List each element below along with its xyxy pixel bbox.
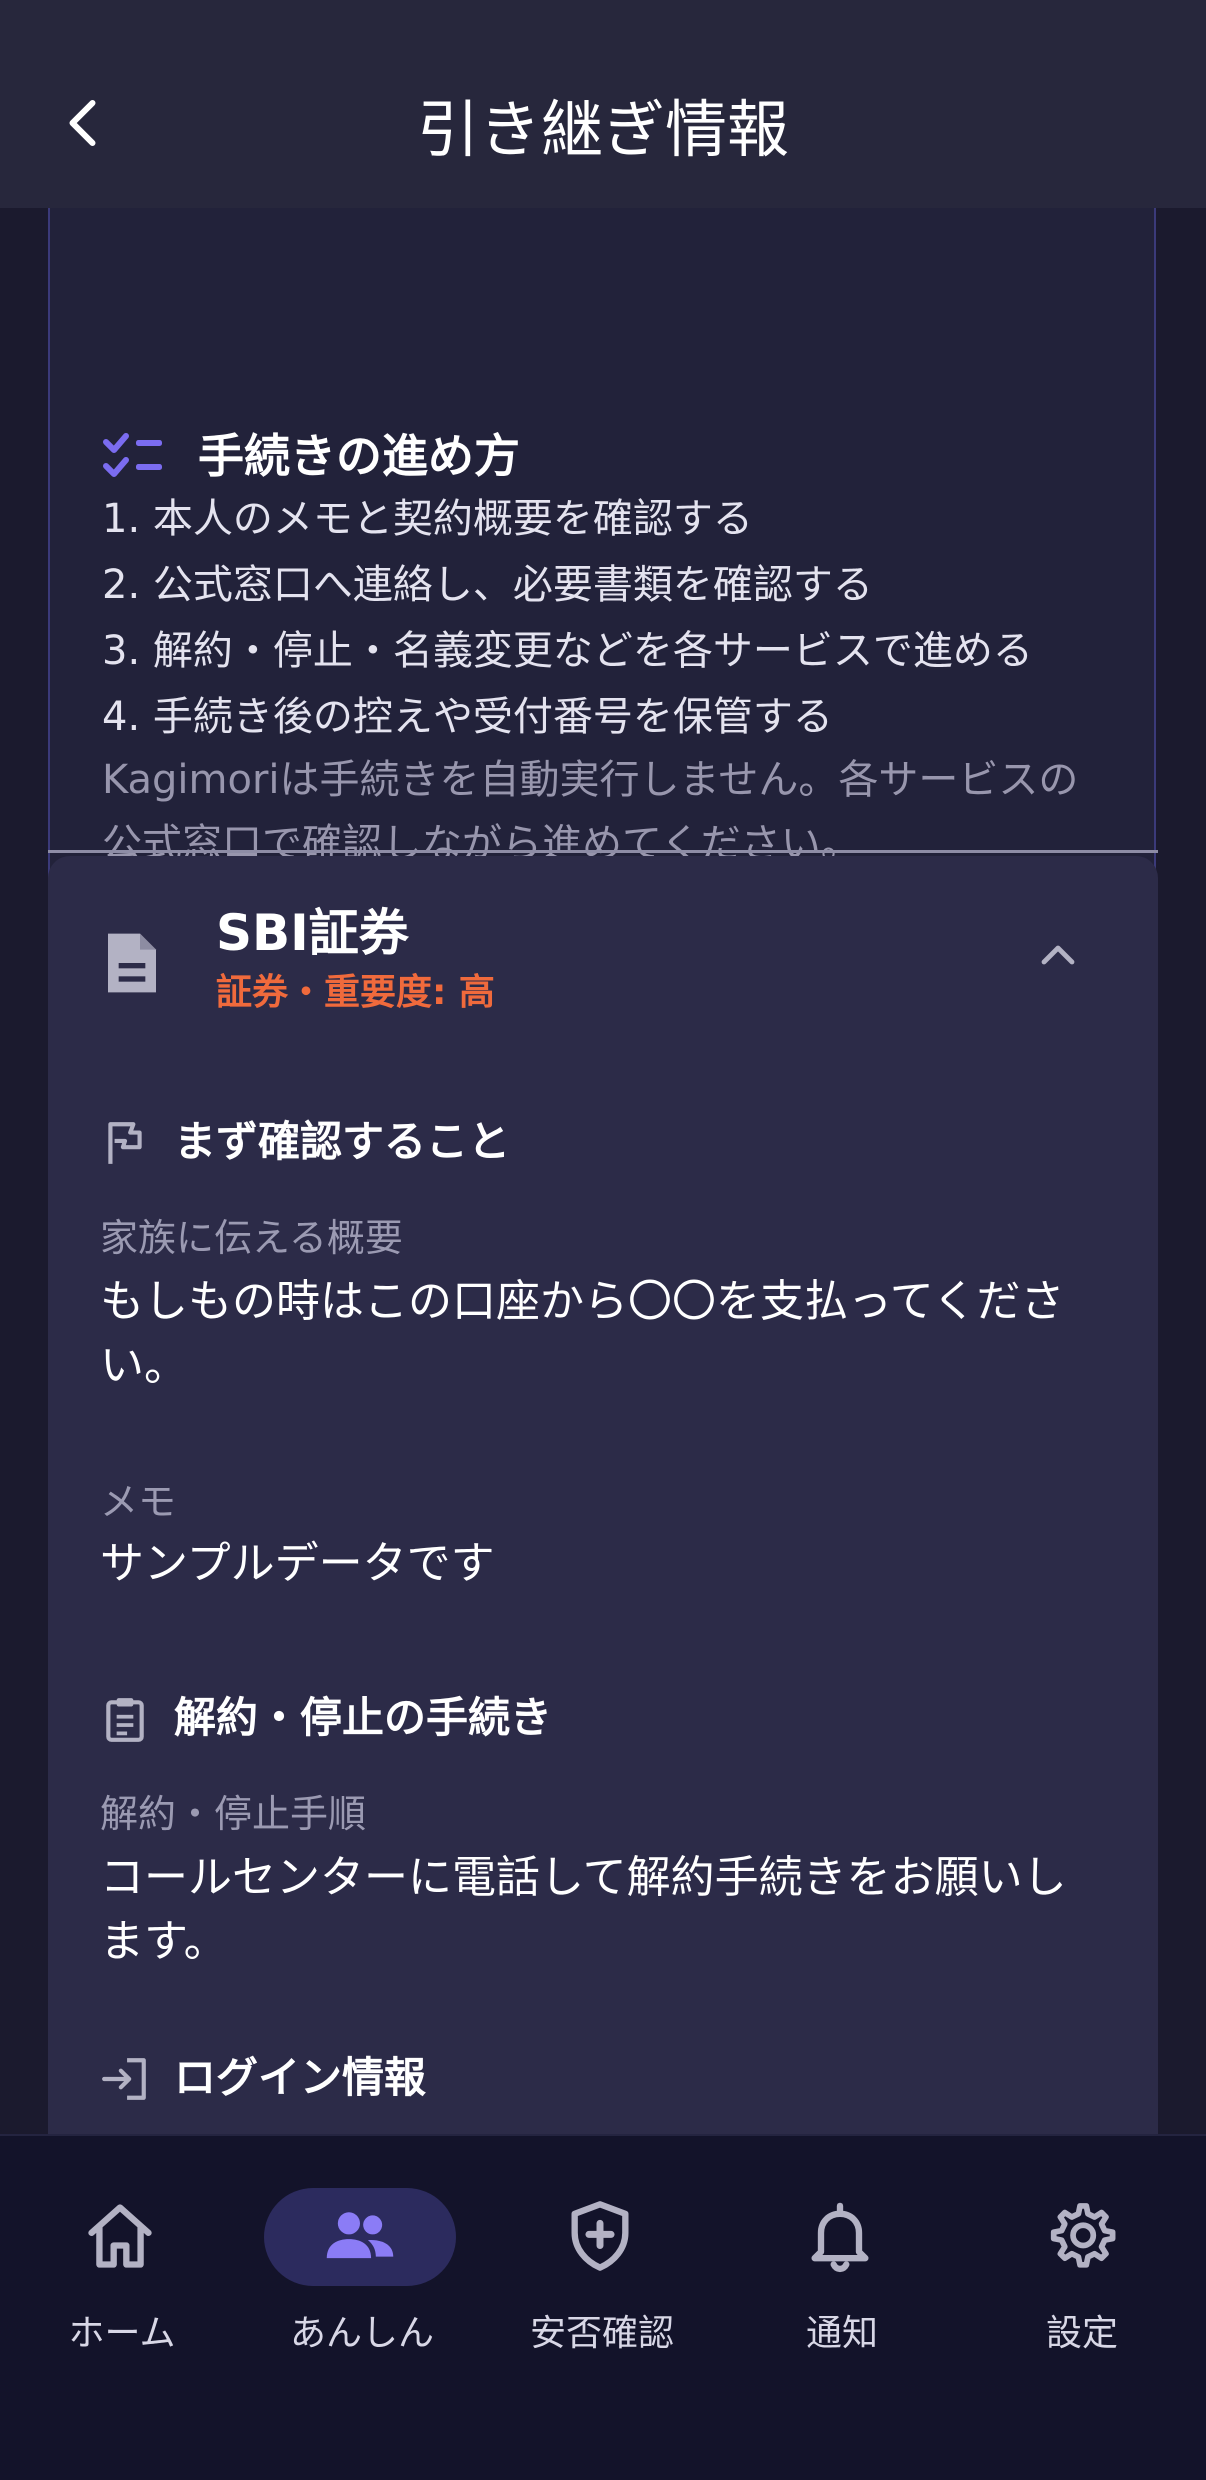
document-icon (108, 933, 156, 993)
memo-label: メモ (100, 1480, 177, 1524)
procedure-guide-title: 手続きの進め方 (198, 429, 520, 483)
section-title-first-check: まず確認すること (174, 1117, 511, 1166)
account-category-importance: 証券・重要度: 高 (216, 972, 495, 1013)
collapse-button[interactable] (1018, 916, 1098, 996)
section-title-cancel: 解約・停止の手続き (174, 1693, 553, 1742)
flag-icon (108, 1122, 142, 1164)
section-title-login: ログイン情報 (174, 2053, 427, 2102)
home-icon (88, 2204, 152, 2268)
account-name: SBI証券 (216, 904, 409, 962)
nav-item-settings[interactable]: 設定 (962, 2178, 1202, 2358)
summary-value: もしもの時はこの口座から〇〇を支払ってください。 (100, 1276, 1065, 1391)
procedure-label: 解約・停止手順 (100, 1792, 367, 1836)
clipboard-icon (106, 1698, 144, 1742)
checklist-icon (103, 433, 162, 477)
procedure-step: 4. 手続き後の控えや受付番号を保管する (102, 694, 833, 740)
procedure-step: 1. 本人のメモと契約概要を確認する (102, 496, 753, 542)
procedure-step: 3. 解約・停止・名義変更などを各サービスで進める (102, 628, 1033, 674)
nav-item-anshin[interactable]: あんしん (242, 2178, 482, 2358)
nav-label-settings: 設定 (1045, 2313, 1118, 2354)
nav-label-anshin: あんしん (289, 2313, 434, 2354)
bell-icon (811, 2202, 869, 2273)
account-card-sbi: SBI証券 証券・重要度: 高 まず確認すること 家族に伝える概要 もしもの時は… (48, 856, 1158, 2134)
page-title: 引き継ぎ情報 (416, 93, 789, 166)
procedure-steps-list: 1. 本人のメモと契約概要を確認する 2. 公式窓口へ連絡し、必要書類を確認する… (102, 486, 1033, 750)
nav-label-home: ホーム (68, 2313, 176, 2354)
nav-label-notifications: 通知 (805, 2313, 878, 2354)
summary-label: 家族に伝える概要 (100, 1216, 403, 1260)
bottom-navigation: ホーム あんしん 安否確認 通知 設定 (0, 2134, 1206, 2480)
chevron-up-icon (1041, 945, 1075, 965)
app-header: 引き継ぎ情報 (0, 0, 1206, 208)
scroll-content[interactable]: 手続きの進め方 1. 本人のメモと契約概要を確認する 2. 公式窓口へ連絡し、必… (0, 208, 1206, 2134)
nav-label-safety-check: 安否確認 (529, 2313, 674, 2354)
section-divider (48, 850, 1158, 853)
nav-item-safety-check[interactable]: 安否確認 (482, 2178, 722, 2358)
shield-plus-icon (571, 2201, 629, 2271)
gear-icon (1050, 2203, 1116, 2268)
procedure-step: 2. 公式窓口へ連絡し、必要書類を確認する (102, 562, 873, 608)
nav-item-home[interactable]: ホーム (2, 2178, 242, 2358)
login-icon (102, 2058, 146, 2100)
procedure-value: コールセンターに電話して解約手続きをお願いします。 (100, 1852, 1067, 1967)
people-icon (326, 2212, 394, 2259)
nav-item-notifications[interactable]: 通知 (722, 2178, 962, 2358)
memo-value: サンプルデータです (100, 1538, 495, 1589)
